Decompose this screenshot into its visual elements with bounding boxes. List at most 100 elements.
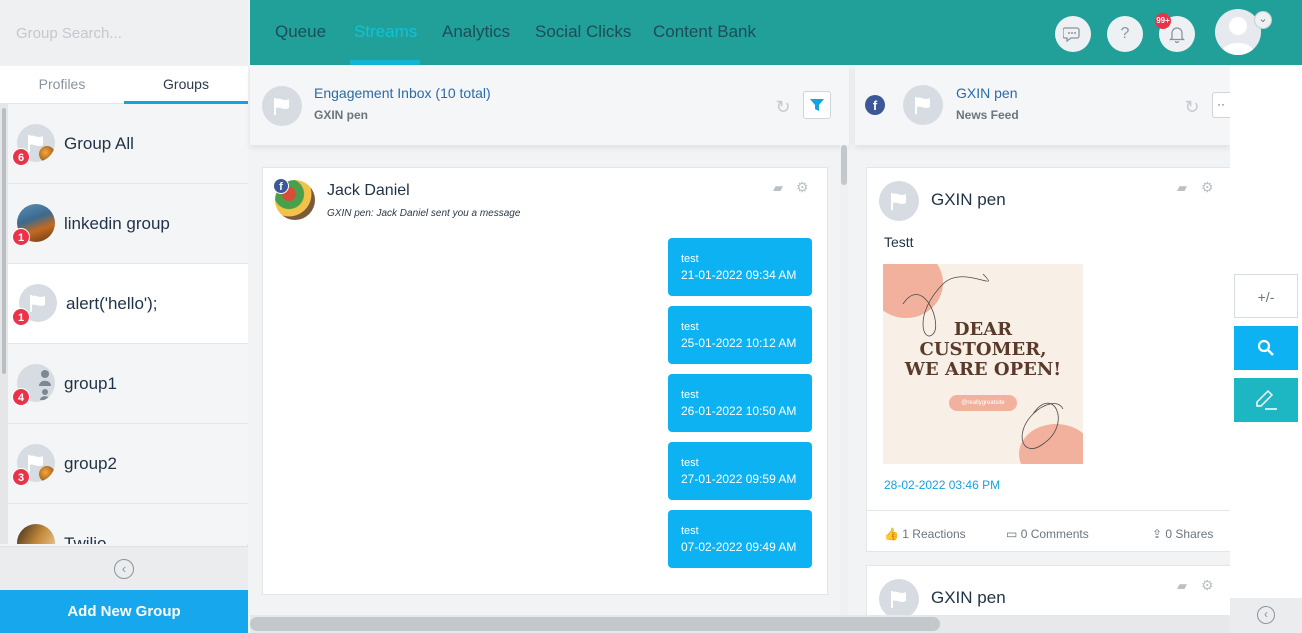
folder-icon[interactable]: ▰ bbox=[1177, 578, 1187, 594]
tab-streams[interactable]: Streams bbox=[354, 22, 417, 42]
share-icon: ⇪ bbox=[1152, 527, 1163, 541]
post-author[interactable]: GXIN pen bbox=[931, 588, 1006, 608]
chevron-down-icon[interactable]: ⌄ bbox=[1254, 11, 1272, 29]
tab-social-clicks[interactable]: Social Clicks bbox=[535, 22, 631, 42]
tab-profiles[interactable]: Profiles bbox=[0, 66, 124, 104]
groups-sidebar: Profiles Groups 6 Group All 1 linkedin g… bbox=[0, 0, 248, 633]
search-icon bbox=[1257, 339, 1274, 356]
gear-icon[interactable]: ⚙ bbox=[796, 179, 809, 196]
post-card: GXIN pen ▰ ⚙ Testt DEAR CUSTOMER, WE ARE… bbox=[866, 167, 1231, 552]
folder-icon[interactable]: ▰ bbox=[773, 180, 783, 196]
bell-icon bbox=[1168, 27, 1186, 44]
message-bubble[interactable]: test 26-01-2022 10:50 AM bbox=[668, 374, 812, 432]
stream-title: Engagement Inbox (10 total) bbox=[314, 85, 491, 101]
scrollbar-thumb[interactable] bbox=[841, 145, 847, 185]
refresh-icon[interactable]: ↻ bbox=[774, 98, 792, 116]
collapse-sidebar[interactable]: ‹ bbox=[0, 546, 248, 590]
mini-photo bbox=[39, 146, 55, 162]
chevron-left-icon[interactable]: ‹ bbox=[1257, 606, 1275, 624]
message-card: f Jack Daniel GXIN pen: Jack Daniel sent… bbox=[262, 167, 829, 595]
group-item-group2[interactable]: 3 group2 bbox=[8, 424, 248, 504]
pencil-icon bbox=[1256, 389, 1277, 410]
stream-subtitle: GXIN pen bbox=[314, 108, 369, 122]
group-badge: 4 bbox=[12, 388, 30, 406]
gear-icon[interactable]: ⚙ bbox=[1201, 179, 1214, 196]
person-icon bbox=[39, 370, 51, 400]
comments-link[interactable]: ▭ 0 Comments bbox=[1006, 527, 1089, 541]
facebook-icon: f bbox=[865, 95, 885, 115]
chat-button[interactable] bbox=[1055, 16, 1091, 52]
message-bubble[interactable]: test 27-01-2022 09:59 AM bbox=[668, 442, 812, 500]
refresh-icon[interactable]: ↻ bbox=[1183, 98, 1201, 116]
sender-name[interactable]: Jack Daniel bbox=[327, 182, 410, 200]
group-badge: 6 bbox=[12, 148, 30, 166]
message-text: test bbox=[681, 253, 699, 265]
message-time: 27-01-2022 09:59 AM bbox=[681, 472, 797, 486]
divider bbox=[263, 594, 829, 595]
post-timestamp[interactable]: 28-02-2022 03:46 PM bbox=[884, 478, 1000, 492]
message-text: test bbox=[681, 389, 699, 401]
chevron-left-icon[interactable]: ‹ bbox=[114, 559, 134, 579]
group-list: 6 Group All 1 linkedin group 1 alert('he… bbox=[0, 104, 248, 544]
stream-avatar bbox=[903, 85, 943, 125]
thumbs-up-icon: 👍 bbox=[884, 527, 899, 541]
filter-button[interactable] bbox=[803, 91, 831, 119]
group-avatar bbox=[17, 524, 55, 544]
flag-icon bbox=[274, 98, 289, 115]
help-button[interactable]: ? bbox=[1107, 16, 1143, 52]
mini-photo bbox=[39, 466, 55, 482]
expand-collapse-button[interactable]: +/- bbox=[1234, 274, 1298, 318]
group-item-alert[interactable]: 1 alert('hello'); bbox=[8, 264, 248, 344]
group-search-input[interactable] bbox=[0, 0, 248, 66]
stream-avatar bbox=[262, 86, 302, 126]
message-time: 21-01-2022 09:34 AM bbox=[681, 268, 797, 282]
filter-icon bbox=[810, 99, 824, 111]
group-item-linkedin[interactable]: 1 linkedin group bbox=[8, 184, 248, 264]
tab-queue[interactable]: Queue bbox=[275, 22, 326, 42]
folder-icon[interactable]: ▰ bbox=[1177, 180, 1187, 196]
flag-icon bbox=[915, 97, 930, 114]
add-new-group-button[interactable]: Add New Group bbox=[0, 590, 248, 633]
post-image[interactable]: DEAR CUSTOMER, WE ARE OPEN! @reallygreat… bbox=[883, 264, 1083, 464]
stream-subtitle: News Feed bbox=[956, 108, 1019, 122]
image-tag: @reallygreatsite bbox=[949, 395, 1017, 411]
tab-content-bank[interactable]: Content Bank bbox=[653, 22, 756, 42]
group-item-group1[interactable]: 4 group1 bbox=[8, 344, 248, 424]
shares-link[interactable]: ⇪ 0 Shares bbox=[1152, 527, 1213, 541]
facebook-icon: f bbox=[273, 178, 289, 194]
group-badge: 1 bbox=[12, 308, 30, 326]
group-label: Group All bbox=[64, 134, 134, 153]
group-label: linkedin group bbox=[64, 214, 170, 233]
group-label: group1 bbox=[64, 374, 117, 393]
scrollbar-thumb[interactable] bbox=[250, 617, 940, 631]
flag-icon bbox=[891, 591, 906, 608]
post-author-avatar bbox=[879, 181, 919, 221]
sidebar-tabs: Profiles Groups bbox=[0, 66, 248, 104]
more-options-button[interactable]: ·· bbox=[1212, 92, 1230, 118]
image-text-line3: WE ARE OPEN! bbox=[904, 359, 1062, 380]
reactions-link[interactable]: 👍 1 Reactions bbox=[884, 527, 966, 541]
message-bubble[interactable]: test 25-01-2022 10:12 AM bbox=[668, 306, 812, 364]
reactions-count: 1 Reactions bbox=[902, 527, 966, 541]
flag-icon bbox=[891, 193, 906, 210]
group-label: alert('hello'); bbox=[66, 294, 158, 313]
tab-groups[interactable]: Groups bbox=[124, 66, 248, 104]
post-author[interactable]: GXIN pen bbox=[931, 190, 1006, 210]
question-icon: ? bbox=[1120, 25, 1130, 42]
compose-button[interactable] bbox=[1234, 378, 1298, 422]
search-button[interactable] bbox=[1234, 326, 1298, 370]
message-bubble[interactable]: test 07-02-2022 09:49 AM bbox=[668, 510, 812, 568]
post-author-avatar bbox=[879, 579, 919, 619]
tab-analytics[interactable]: Analytics bbox=[442, 22, 510, 42]
inbox-scrollbar[interactable] bbox=[840, 145, 848, 615]
image-text-line1: DEAR bbox=[953, 319, 1013, 340]
group-item-all[interactable]: 6 Group All bbox=[8, 104, 248, 184]
horizontal-scrollbar[interactable] bbox=[250, 615, 1230, 633]
message-text: test bbox=[681, 525, 699, 537]
group-item-twilio[interactable]: Twilio bbox=[8, 504, 248, 544]
collapse-right[interactable]: ‹ bbox=[1230, 598, 1302, 633]
gear-icon[interactable]: ⚙ bbox=[1201, 577, 1214, 594]
message-time: 26-01-2022 10:50 AM bbox=[681, 404, 797, 418]
message-bubble[interactable]: test 21-01-2022 09:34 AM bbox=[668, 238, 812, 296]
stream-header-newsfeed: f GXIN pen News Feed ↻ ·· bbox=[855, 65, 1230, 145]
